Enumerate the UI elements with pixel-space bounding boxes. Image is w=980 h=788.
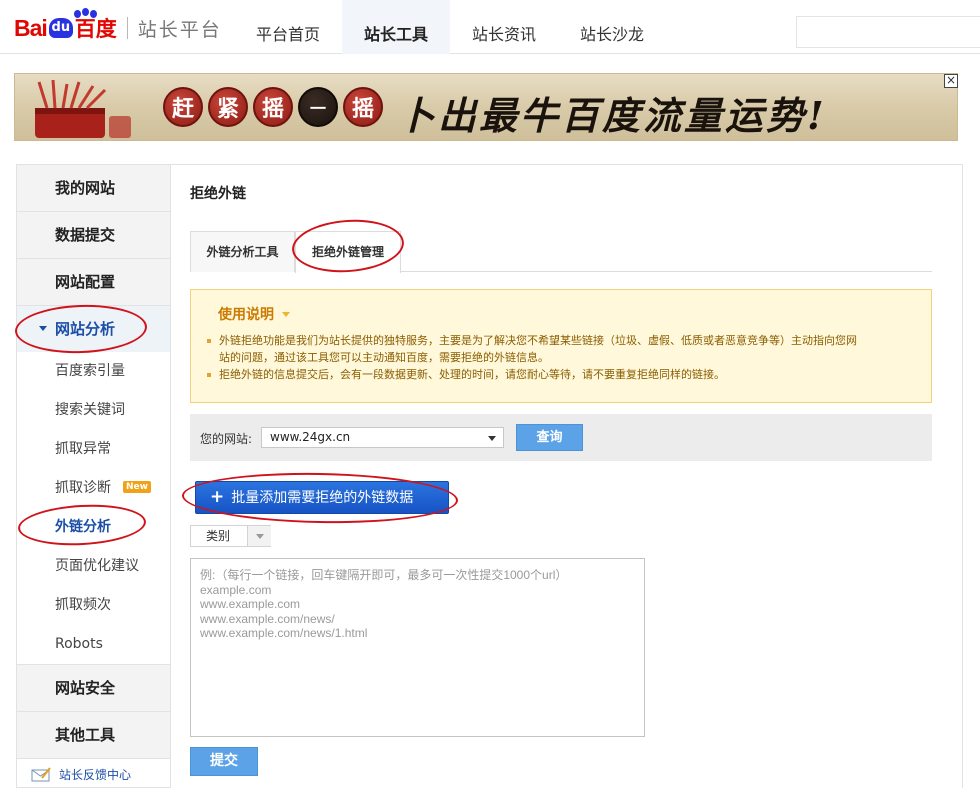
notice-title-text: 使用说明 (218, 307, 274, 323)
sidebar-item-robots[interactable]: Robots (17, 625, 170, 664)
sidebar-group-site-analysis[interactable]: 网站分析 (17, 305, 170, 352)
tab-bar: 外链分析工具 拒绝外链管理 (190, 231, 932, 273)
notice-list: 外链拒绝功能是我们为站长提供的独特服务，主要是为了解决您不希望某些链接（垃圾、虚… (205, 332, 865, 383)
nav-webmaster-tools[interactable]: 站长工具 (342, 0, 450, 54)
feedback-center-link[interactable]: 站长反馈中心 (17, 758, 170, 788)
placeholder-line: example.com (200, 582, 272, 597)
logo-separator (126, 17, 128, 39)
placeholder-line: www.example.com/news/1.html (200, 626, 368, 640)
banner-slogan: 卜出最牛百度流量运势! (397, 93, 827, 138)
plus-icon: + (210, 487, 225, 507)
notice-item: 拒绝外链的信息提交后，会有一段数据更新、处理的时间，请您耐心等待，请不要重复拒绝… (205, 366, 865, 383)
notice-item: 外链拒绝功能是我们为站长提供的独特服务，主要是为了解决您不希望某些链接（垃圾、虚… (205, 332, 865, 366)
feedback-label: 站长反馈中心 (59, 767, 132, 782)
bulk-add-button[interactable]: + 批量添加需要拒绝的外链数据 (195, 481, 449, 514)
site-select[interactable]: www.24gx.cn (261, 427, 504, 448)
banner-close-button[interactable]: × (944, 74, 958, 88)
nav-news[interactable]: 站长资讯 (450, 0, 558, 54)
baidu-logo[interactable]: Bai du 百度 站长平台 (14, 8, 222, 46)
chevron-down-icon (488, 436, 496, 441)
nav-salon[interactable]: 站长沙龙 (558, 0, 666, 54)
placeholder-line: 例:（每行一个链接，回车键隔开即可，最多可一次性提交1000个url） (200, 568, 568, 582)
triangle-down-icon (39, 325, 47, 331)
tab-reject-links[interactable]: 拒绝外链管理 (295, 231, 401, 273)
submit-button[interactable]: 提交 (190, 747, 258, 776)
banner-circles: 赶 紧 摇 一 摇 (163, 87, 383, 127)
triangle-down-icon (282, 311, 290, 317)
logo-bai-text: Bai (14, 14, 48, 41)
sidebar-group-other-tools[interactable]: 其他工具 (17, 711, 170, 758)
top-nav: 平台首页 站长工具 站长资讯 站长沙龙 (234, 0, 666, 54)
sidebar-item-index-volume[interactable]: 百度索引量 (17, 352, 170, 391)
site-select-value: www.24gx.cn (270, 430, 351, 444)
promo-banner[interactable]: 赶 紧 摇 一 摇 卜出最牛百度流量运势! (14, 73, 958, 141)
top-search-input[interactable] (796, 16, 980, 48)
sidebar-group-my-sites[interactable]: 我的网站 (17, 164, 170, 211)
query-button[interactable]: 查询 (516, 424, 583, 451)
fortune-tube-icon (35, 80, 131, 138)
notice-title[interactable]: 使用说明 (218, 304, 290, 324)
banner-circle: 紧 (208, 87, 248, 127)
placeholder-line: www.example.com/news/ (200, 611, 335, 626)
sidebar-item-search-keywords[interactable]: 搜索关键词 (17, 391, 170, 430)
paw-icon (70, 8, 102, 22)
category-select[interactable]: 类别 (190, 525, 271, 547)
sidebar: 我的网站 数据提交 网站配置 网站分析 百度索引量 搜索关键词 抓取异常 抓取诊… (16, 164, 171, 788)
sidebar-item-page-optimization[interactable]: 页面优化建议 (17, 547, 170, 586)
mail-icon (31, 767, 51, 782)
tab-link-analysis[interactable]: 外链分析工具 (190, 231, 295, 272)
banner-circle: 赶 (163, 87, 203, 127)
placeholder-line: www.example.com (200, 597, 301, 611)
banner-circle: 摇 (253, 87, 293, 127)
links-textarea[interactable]: 例:（每行一个链接，回车键隔开即可，最多可一次性提交1000个url） exam… (190, 558, 645, 737)
sidebar-item-external-links[interactable]: 外链分析 (17, 508, 170, 547)
sidebar-item-crawl-frequency[interactable]: 抓取频次 (17, 586, 170, 625)
new-badge: New (123, 481, 151, 493)
bulk-add-label: 批量添加需要拒绝的外链数据 (231, 490, 414, 506)
sidebar-item-crawl-diagnosis[interactable]: 抓取诊断 New (17, 469, 170, 508)
banner-circle: 摇 (343, 87, 383, 127)
usage-notice: 使用说明 外链拒绝功能是我们为站长提供的独特服务，主要是为了解决您不希望某些链接… (190, 289, 932, 403)
category-label: 类别 (206, 529, 231, 543)
sidebar-group-data-submit[interactable]: 数据提交 (17, 211, 170, 258)
site-label: 您的网站: (200, 432, 253, 446)
sidebar-group-site-config[interactable]: 网站配置 (17, 258, 170, 305)
sidebar-group-site-security[interactable]: 网站安全 (17, 664, 170, 711)
top-bar: Bai du 百度 站长平台 平台首页 站长工具 站长资讯 站长沙龙 (0, 0, 980, 54)
chevron-down-icon (247, 526, 271, 546)
sidebar-group-label: 网站分析 (55, 320, 116, 338)
page-title: 拒绝外链 (190, 186, 246, 202)
sidebar-item-crawl-errors[interactable]: 抓取异常 (17, 430, 170, 469)
sidebar-item-label: 抓取诊断 (55, 480, 111, 496)
site-selector-bar: 您的网站: www.24gx.cn 查询 (190, 414, 932, 461)
logo-subtitle: 站长平台 (137, 18, 222, 41)
nav-home[interactable]: 平台首页 (234, 0, 342, 54)
banner-circle: 一 (298, 87, 338, 127)
